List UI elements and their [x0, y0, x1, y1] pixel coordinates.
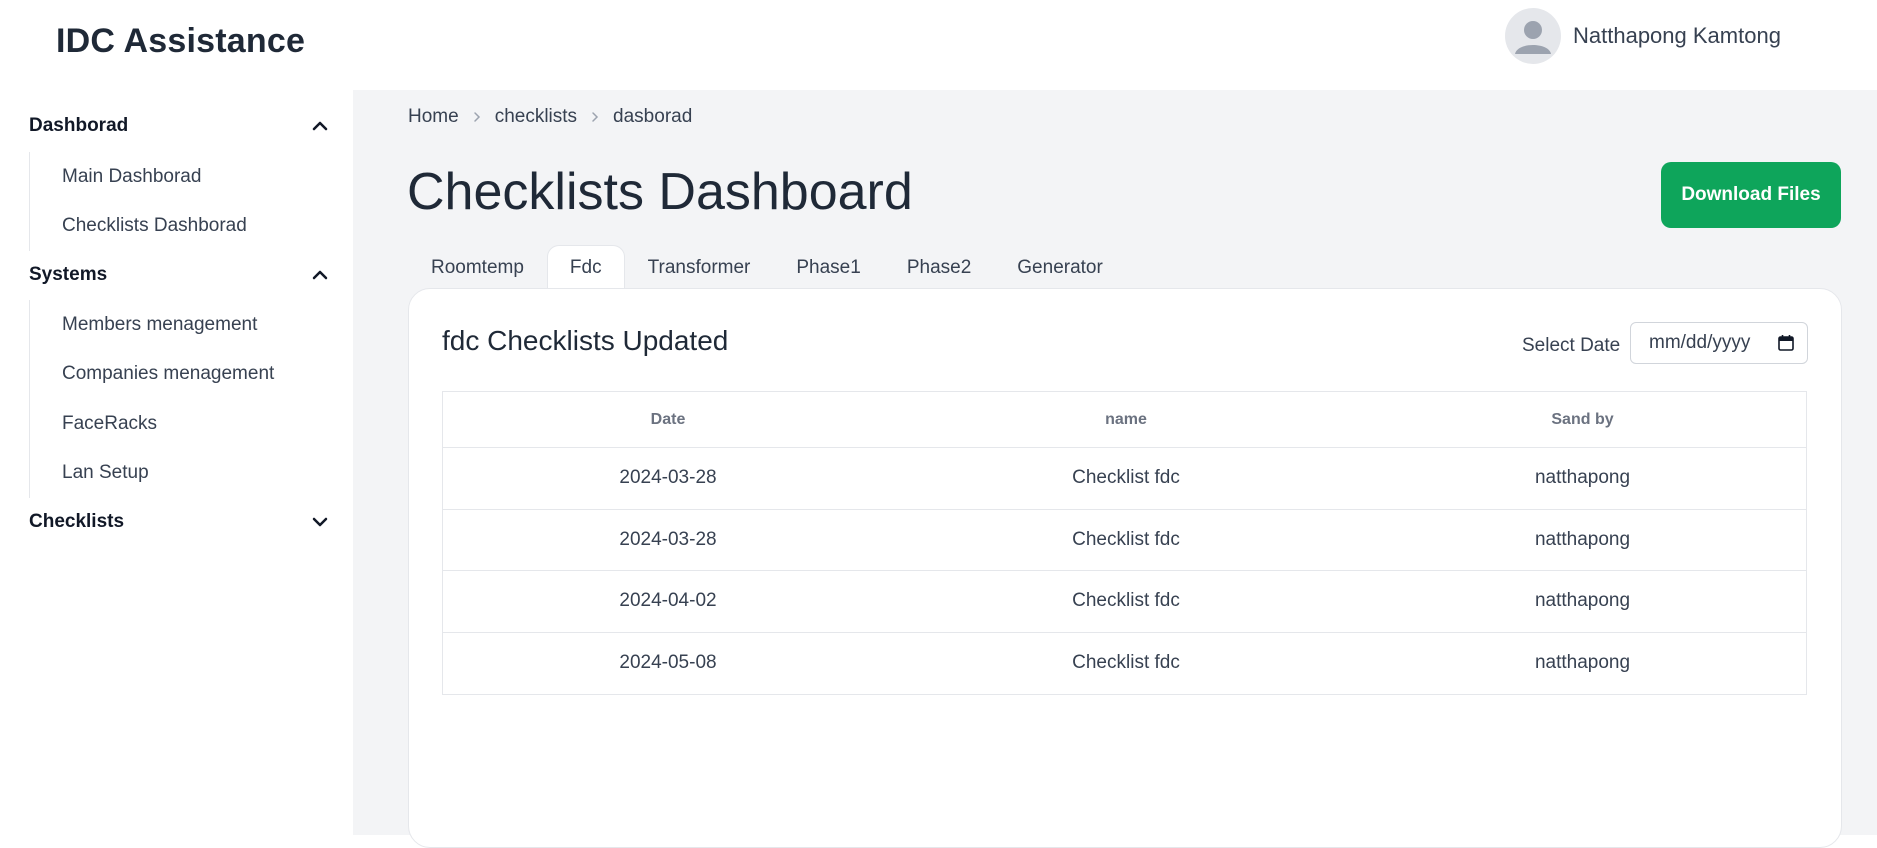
table-row[interactable]: 2024-05-08 Checklist fdc natthapong [443, 633, 1806, 695]
cell-date: 2024-03-28 [619, 528, 717, 550]
sidebar-item-lan-setup[interactable]: Lan Setup [30, 449, 329, 499]
sidebar-section-checklists[interactable]: Checklists [29, 507, 329, 537]
cell-date: 2024-03-28 [619, 467, 717, 489]
checklist-tabs: Roomtemp Fdc Transformer Phase1 Phase2 G… [408, 245, 1126, 289]
sidebar-item-checklists-dashborad[interactable]: Checklists Dashborad [30, 202, 329, 252]
tab-phase2[interactable]: Phase2 [884, 245, 994, 289]
select-date-label: Select Date [1522, 335, 1621, 356]
top-header: IDC Assistance Natthapong Kamtong [0, 0, 1877, 90]
user-menu[interactable]: Natthapong Kamtong [1505, 8, 1781, 64]
user-avatar-icon [1505, 8, 1561, 64]
sidebar: Dashborad Main Dashborad Checklists Dash… [0, 90, 353, 835]
chevron-right-icon [473, 111, 481, 123]
table-header-row: Date name Sand by [443, 392, 1806, 448]
checklist-table: Date name Sand by 2024-03-28 Checklist f… [442, 391, 1807, 695]
cell-name: Checklist fdc [1072, 467, 1180, 489]
calendar-icon[interactable] [1777, 334, 1795, 352]
cell-sand-by: natthapong [1534, 652, 1631, 674]
column-header-sand-by[interactable]: Sand by [1359, 411, 1806, 429]
sidebar-item-companies-menagement[interactable]: Companies menagement [30, 350, 329, 400]
column-header-name[interactable]: name [893, 411, 1359, 429]
date-placeholder: mm/dd/yyyy [1649, 332, 1751, 353]
sidebar-item-main-dashborad[interactable]: Main Dashborad [30, 152, 329, 202]
cell-name: Checklist fdc [1072, 590, 1180, 612]
sidebar-section-systems[interactable]: Systems [29, 260, 329, 290]
sidebar-item-faceracks[interactable]: FaceRacks [30, 399, 329, 449]
sidebar-section-title: Checklists [29, 511, 125, 532]
cell-name: Checklist fdc [1072, 528, 1180, 550]
chevron-right-icon [591, 111, 599, 123]
cell-date: 2024-05-08 [619, 652, 717, 674]
tab-generator[interactable]: Generator [994, 245, 1126, 289]
chevron-up-icon [311, 266, 329, 284]
table-row[interactable]: 2024-03-28 Checklist fdc natthapong [443, 510, 1806, 571]
sidebar-section-title: Systems [29, 264, 108, 285]
cell-name: Checklist fdc [1072, 652, 1180, 674]
table-row[interactable]: 2024-03-28 Checklist fdc natthapong [443, 448, 1806, 510]
panel-title: fdc Checklists Updated [442, 325, 729, 356]
sidebar-sublist-systems: Members menagement Companies menagement … [29, 300, 329, 498]
app-title[interactable]: IDC Assistance [56, 22, 305, 61]
chevron-up-icon [311, 117, 329, 135]
tab-phase1[interactable]: Phase1 [773, 245, 883, 289]
user-name: Natthapong Kamtong [1573, 23, 1781, 48]
sidebar-section-dashborad[interactable]: Dashborad [29, 111, 329, 141]
cell-date: 2024-04-02 [619, 590, 717, 612]
sidebar-section-title: Dashborad [29, 115, 129, 136]
cell-sand-by: natthapong [1534, 467, 1631, 489]
breadcrumb-home[interactable]: Home [408, 106, 459, 128]
table-row[interactable]: 2024-04-02 Checklist fdc natthapong [443, 571, 1806, 633]
checklist-panel: fdc Checklists Updated Select Date mm/dd… [408, 288, 1842, 848]
breadcrumb-dasborad[interactable]: dasborad [613, 106, 692, 128]
sidebar-item-members-menagement[interactable]: Members menagement [30, 300, 329, 350]
sidebar-sublist-dashborad: Main Dashborad Checklists Dashborad [29, 152, 329, 251]
tab-roomtemp[interactable]: Roomtemp [408, 245, 547, 289]
chevron-down-icon [311, 513, 329, 531]
breadcrumb: Home checklists dasborad [408, 104, 692, 130]
download-files-button[interactable]: Download Files [1661, 162, 1841, 228]
page-title: Checklists Dashboard [407, 163, 913, 221]
cell-sand-by: natthapong [1534, 528, 1631, 550]
date-field[interactable]: mm/dd/yyyy [1630, 322, 1808, 364]
breadcrumb-checklists[interactable]: checklists [495, 106, 577, 128]
main-content: Home checklists dasborad Checklists Dash… [353, 90, 1877, 848]
tab-fdc[interactable]: Fdc [546, 245, 625, 289]
cell-sand-by: natthapong [1534, 590, 1631, 612]
tab-transformer[interactable]: Transformer [625, 245, 774, 289]
column-header-date[interactable]: Date [443, 411, 893, 429]
